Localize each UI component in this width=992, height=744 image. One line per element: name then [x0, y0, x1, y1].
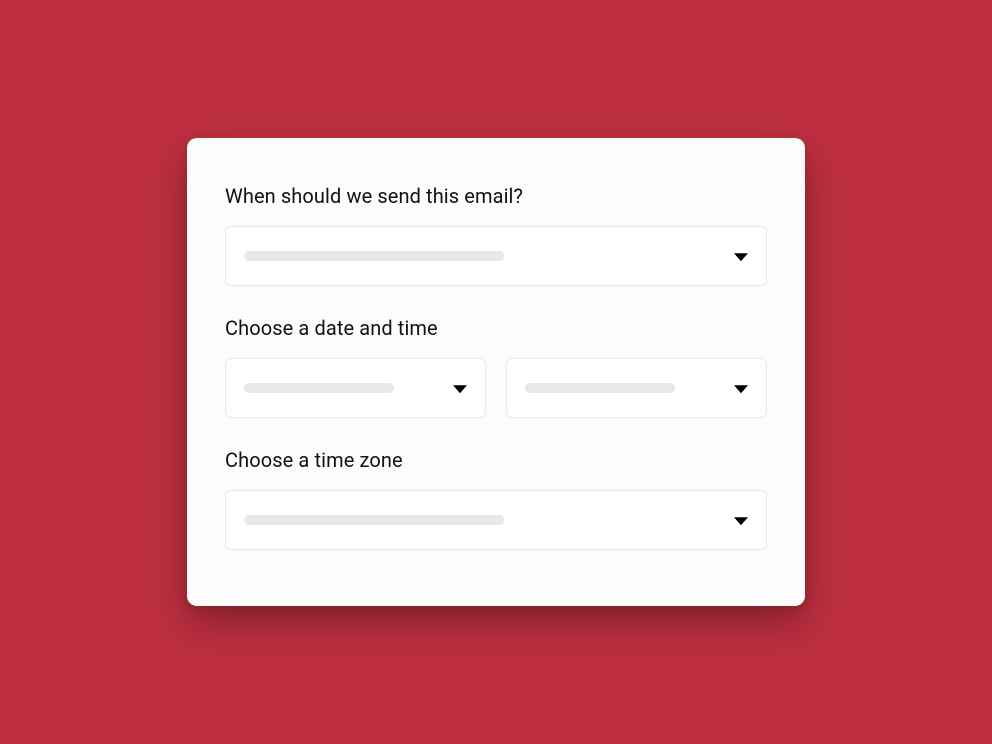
send-when-select[interactable] [225, 226, 767, 286]
chevron-down-icon [734, 517, 748, 525]
timezone-select[interactable] [225, 490, 767, 550]
send-when-group: When should we send this email? [225, 184, 767, 286]
date-select[interactable] [225, 358, 486, 418]
time-select[interactable] [506, 358, 767, 418]
chevron-down-icon [453, 385, 467, 393]
timezone-label: Choose a time zone [225, 448, 767, 472]
date-time-group: Choose a date and time [225, 316, 767, 418]
timezone-placeholder [244, 515, 504, 525]
chevron-down-icon [734, 253, 748, 261]
date-time-label: Choose a date and time [225, 316, 767, 340]
time-placeholder [525, 383, 675, 393]
send-when-label: When should we send this email? [225, 184, 767, 208]
timezone-group: Choose a time zone [225, 448, 767, 550]
schedule-email-card: When should we send this email? Choose a… [187, 138, 805, 606]
chevron-down-icon [734, 385, 748, 393]
date-placeholder [244, 383, 394, 393]
send-when-placeholder [244, 251, 504, 261]
